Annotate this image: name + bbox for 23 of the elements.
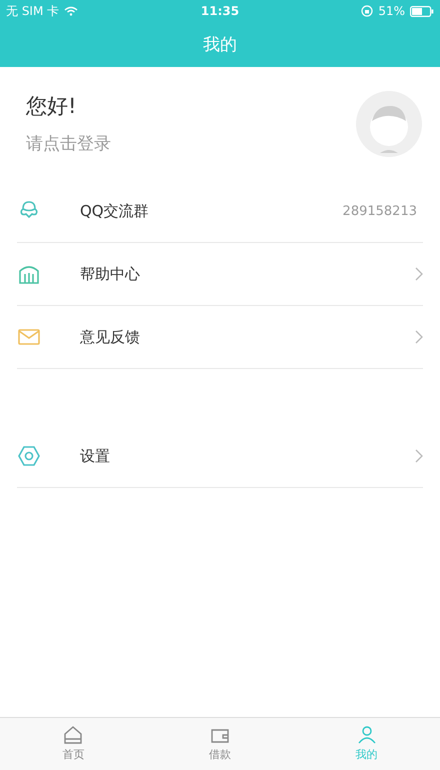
- menu-row[interactable]: QQ交流群 289158213: [17, 180, 423, 243]
- battery-percent: 51%: [378, 4, 405, 18]
- group-number: 289158213: [342, 204, 417, 218]
- menu-row[interactable]: 意见反馈: [17, 306, 423, 369]
- home-icon: [63, 726, 84, 744]
- battery-icon: [410, 6, 434, 16]
- menu-row[interactable]: 帮助中心: [17, 243, 423, 306]
- person-icon: [356, 726, 377, 744]
- carrier-text: 无 SIM 卡: [6, 2, 60, 20]
- chevron-icon: [415, 267, 423, 281]
- menu-label: 帮助中心: [80, 264, 141, 284]
- chevron-icon: [415, 449, 423, 463]
- menu-row[interactable]: 设置: [17, 425, 423, 488]
- greeting-text: 您好!: [26, 93, 78, 120]
- rotation-lock-icon: [361, 5, 374, 17]
- status-time: 11:35: [200, 4, 240, 18]
- menu-label: 意见反馈: [80, 328, 141, 346]
- menu-label: QQ交流群: [80, 202, 150, 220]
- chevron-icon: [415, 330, 423, 344]
- wifi-icon: [64, 6, 78, 16]
- page-title: 我的: [203, 34, 237, 56]
- avatar-icon[interactable]: [356, 90, 422, 156]
- menu-label: 设置: [80, 446, 111, 466]
